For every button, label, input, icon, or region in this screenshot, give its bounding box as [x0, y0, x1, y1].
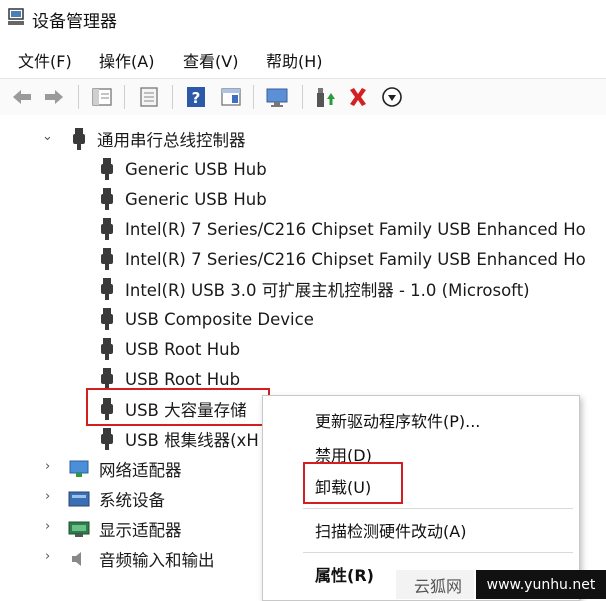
- toolbar-separator: [253, 85, 254, 109]
- category-label: 音频输入和输出: [99, 551, 215, 570]
- tree-device-item[interactable]: USB Composite Device: [100, 305, 314, 333]
- usb-connector-icon: [73, 128, 85, 150]
- selection-highlight-box: [86, 388, 270, 426]
- display-adapter-icon: [68, 521, 90, 537]
- usb-connector-icon: [101, 188, 113, 210]
- device-label: Intel(R) 7 Series/C216 Chipset Family US…: [125, 249, 586, 269]
- tree-category-label: 通用串行总线控制器: [97, 131, 246, 150]
- device-label: USB Composite Device: [125, 309, 314, 329]
- usb-connector-icon: [101, 338, 113, 360]
- uninstall-highlight-box: [303, 462, 403, 504]
- title-bar: 设备管理器: [0, 0, 606, 36]
- watermark-left-text: 云狐网: [414, 576, 463, 596]
- tree-category-network[interactable]: 网络适配器: [68, 455, 182, 483]
- svg-text:?: ?: [192, 89, 201, 107]
- toolbar-separator: [172, 85, 173, 109]
- device-label: USB Root Hub: [125, 369, 241, 389]
- category-label: 系统设备: [99, 491, 165, 510]
- view-icon[interactable]: [219, 85, 243, 109]
- tree-device-item[interactable]: Intel(R) 7 Series/C216 Chipset Family US…: [100, 215, 586, 243]
- tree-category-system[interactable]: 系统设备: [68, 485, 165, 513]
- speaker-icon: [72, 552, 81, 566]
- uninstall-x-icon[interactable]: [346, 85, 370, 109]
- watermark-right: www.yunhu.net: [476, 570, 606, 599]
- device-label: USB 根集线器(xH: [125, 431, 259, 450]
- tree-device-item[interactable]: Intel(R) USB 3.0 可扩展主机控制器 - 1.0 (Microso…: [100, 275, 530, 303]
- menu-separator: [303, 508, 573, 509]
- monitor-scan-icon[interactable]: [265, 85, 289, 109]
- tree-category-audio[interactable]: 音频输入和输出: [68, 545, 215, 573]
- menu-bar: 文件(F) 操作(A) 查看(V) 帮助(H): [0, 42, 606, 76]
- category-label: 网络适配器: [99, 461, 182, 480]
- usb-connector-icon: [101, 218, 113, 240]
- menu-action[interactable]: 操作(A): [95, 48, 158, 72]
- menu-item-properties[interactable]: 属性(R): [315, 562, 374, 586]
- category-label: 显示适配器: [99, 521, 182, 540]
- usb-connector-icon: [101, 308, 113, 330]
- system-device-icon: [68, 491, 90, 507]
- show-hide-tree-icon[interactable]: [90, 85, 114, 109]
- tree-category-usb[interactable]: 通用串行总线控制器: [72, 125, 246, 153]
- usb-connector-icon: [101, 428, 113, 450]
- help-icon[interactable]: ?: [184, 85, 208, 109]
- menu-view[interactable]: 查看(V): [179, 48, 242, 72]
- toolbar-separator: [78, 85, 79, 109]
- toolbar-separator: [302, 85, 303, 109]
- usb-connector-icon: [101, 158, 113, 180]
- back-arrow-icon[interactable]: [10, 85, 34, 109]
- menu-help[interactable]: 帮助(H): [262, 48, 327, 72]
- device-label: Generic USB Hub: [125, 189, 267, 209]
- device-label: Intel(R) USB 3.0 可扩展主机控制器 - 1.0 (Microso…: [125, 281, 530, 300]
- device-label: Intel(R) 7 Series/C216 Chipset Family US…: [125, 219, 586, 239]
- toolbar-separator: [124, 85, 125, 109]
- tree-device-item[interactable]: Generic USB Hub: [100, 155, 267, 183]
- menu-file[interactable]: 文件(F): [14, 48, 76, 72]
- properties-icon[interactable]: [137, 85, 161, 109]
- menu-separator: [303, 552, 573, 553]
- forward-arrow-icon[interactable]: [42, 85, 66, 109]
- tree-device-item[interactable]: USB Root Hub: [100, 335, 240, 363]
- tree-device-item[interactable]: Intel(R) 7 Series/C216 Chipset Family US…: [100, 245, 586, 273]
- device-label: USB Root Hub: [125, 339, 241, 359]
- chevron-down-icon[interactable]: ⌄: [42, 129, 53, 144]
- chevron-right-icon[interactable]: ›: [45, 459, 50, 474]
- chevron-right-icon[interactable]: ›: [45, 519, 50, 534]
- download-circle-icon[interactable]: [380, 85, 404, 109]
- menu-item-scan-hardware[interactable]: 扫描检测硬件改动(A): [315, 518, 466, 542]
- tree-device-item[interactable]: USB 根集线器(xH: [100, 425, 259, 453]
- chevron-right-icon[interactable]: ›: [45, 549, 50, 564]
- chevron-right-icon[interactable]: ›: [45, 489, 50, 504]
- device-manager-icon: [8, 8, 24, 25]
- tree-device-item[interactable]: Generic USB Hub: [100, 185, 267, 213]
- tree-category-display[interactable]: 显示适配器: [68, 515, 182, 543]
- network-adapter-icon: [69, 460, 89, 477]
- usb-connector-icon: [101, 248, 113, 270]
- window-title: 设备管理器: [32, 12, 117, 32]
- toolbar: ?: [0, 78, 606, 116]
- watermark-right-text: www.yunhu.net: [486, 576, 596, 593]
- watermark-left: 云狐网: [396, 570, 474, 599]
- usb-connector-icon: [101, 278, 113, 300]
- menu-item-update-driver[interactable]: 更新驱动程序软件(P)...: [315, 408, 480, 432]
- device-label: Generic USB Hub: [125, 159, 267, 179]
- update-driver-icon[interactable]: [313, 85, 337, 109]
